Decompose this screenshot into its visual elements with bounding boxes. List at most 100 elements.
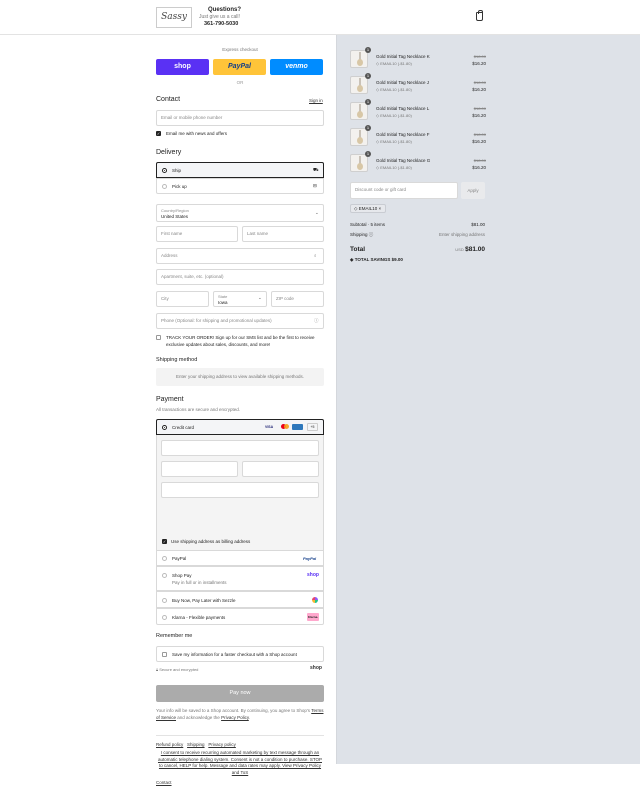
shop-pay-button[interactable]: shop bbox=[156, 59, 209, 75]
country-value: United States bbox=[161, 214, 189, 219]
legal-period: . bbox=[248, 715, 251, 720]
sezzle-label: Buy Now, Pay Later with Sezzle bbox=[172, 598, 236, 603]
footer-links: Refund policy Shipping Privacy policy bbox=[156, 742, 236, 747]
help-circle-icon[interactable]: ⓘ bbox=[314, 314, 319, 328]
city-field[interactable]: City bbox=[156, 291, 209, 307]
sezzle-icon bbox=[312, 597, 318, 603]
more-cards-badge: +5 bbox=[307, 423, 318, 431]
venmo-button[interactable]: venmo bbox=[270, 59, 323, 75]
apartment-placeholder: Apartment, suite, etc. (optional) bbox=[161, 274, 224, 279]
pickup-option[interactable]: Pick up ⊟ bbox=[156, 178, 324, 194]
paypal-option[interactable]: PayPal PayPal bbox=[156, 550, 324, 566]
country-select[interactable]: Country/Region United States ⌄ bbox=[156, 204, 324, 222]
savings-text: TOTAL SAVINGS $9.00 bbox=[354, 257, 403, 262]
total-value: $81.00 bbox=[465, 246, 485, 253]
store-logo[interactable]: Sassy bbox=[156, 7, 192, 28]
privacy-link[interactable]: Privacy Policy bbox=[221, 715, 249, 720]
search-icon: ⌕ bbox=[314, 253, 317, 258]
summary-item: 1 Gold Initial Tag Necklace L ◇ EMAIL10 … bbox=[350, 99, 486, 122]
subtotal-label: Subtotal · 5 items bbox=[350, 222, 386, 227]
sms-consent-text[interactable]: I consent to receive recurring automated… bbox=[156, 750, 324, 776]
sezzle-option[interactable]: Buy Now, Pay Later with Sezzle bbox=[156, 591, 324, 608]
tag-icon: ◇ bbox=[376, 165, 380, 170]
contact-link[interactable]: Contact bbox=[156, 780, 172, 785]
sezzle-radio[interactable] bbox=[162, 598, 167, 603]
product-name: Gold Initial Tag Necklace J bbox=[376, 80, 429, 85]
shop-pay-option[interactable]: Shop Pay Pay in full or in installments … bbox=[156, 566, 324, 591]
shipping-method-heading: Shipping method bbox=[156, 357, 198, 363]
remove-tag-icon[interactable]: × bbox=[379, 206, 382, 211]
discount-text: EMAIL10 (-$1.80) bbox=[380, 139, 412, 144]
sms-checkbox[interactable] bbox=[156, 335, 161, 340]
or-divider: OR bbox=[236, 80, 244, 85]
klarna-radio[interactable] bbox=[162, 615, 167, 620]
privacy-policy-link[interactable]: Privacy policy bbox=[208, 742, 236, 747]
credit-card-radio[interactable] bbox=[162, 425, 167, 430]
original-price: $18.00 bbox=[473, 106, 486, 111]
security-code-field[interactable] bbox=[242, 461, 319, 477]
email-placeholder: Email or mobile phone number bbox=[161, 115, 223, 120]
klarna-option[interactable]: Klarna - Flexible payments Klarna. bbox=[156, 608, 324, 625]
phone-field[interactable]: Phone (Optional: for shipping and promot… bbox=[156, 313, 324, 329]
product-image bbox=[350, 102, 368, 120]
quantity-badge: 1 bbox=[365, 99, 371, 105]
pickup-radio[interactable] bbox=[162, 184, 167, 189]
sms-label: TRACK YOUR ORDER! Sign up for our SMS li… bbox=[166, 335, 315, 347]
ship-option[interactable]: Ship ⛟ bbox=[156, 162, 324, 178]
amex-icon bbox=[292, 424, 303, 430]
contact-heading: Contact bbox=[156, 96, 181, 103]
expiry-field[interactable] bbox=[161, 461, 238, 477]
paypal-button[interactable]: PayPal bbox=[213, 59, 266, 75]
questions-heading: Questions? bbox=[208, 7, 242, 13]
order-summary: 1 Gold Initial Tag Necklace K ◇ EMAIL10 … bbox=[336, 35, 640, 764]
apply-button[interactable]: Apply bbox=[461, 182, 485, 199]
address-field[interactable]: Address ⌕ bbox=[156, 248, 324, 264]
shop-logo: shop bbox=[310, 665, 322, 671]
remember-option[interactable]: Save my information for a faster checkou… bbox=[156, 646, 324, 662]
delivery-heading: Delivery bbox=[156, 149, 182, 156]
shop-pay-radio[interactable] bbox=[162, 573, 167, 578]
product-name: Gold Initial Tag Necklace K bbox=[376, 54, 430, 59]
original-price: $18.00 bbox=[473, 54, 486, 59]
info-icon[interactable]: ⓘ bbox=[369, 232, 374, 237]
billing-checkbox[interactable]: ✓ bbox=[162, 539, 167, 544]
address-placeholder: Address bbox=[161, 253, 178, 258]
shipping-policy-link[interactable]: Shipping bbox=[187, 742, 205, 747]
sign-in-link[interactable]: Sign in bbox=[309, 98, 323, 103]
news-checkbox[interactable]: ✓ bbox=[156, 131, 161, 136]
paypal-radio[interactable] bbox=[162, 556, 167, 561]
name-on-card-field[interactable] bbox=[161, 482, 319, 498]
visa-icon: VISA bbox=[265, 425, 274, 429]
ship-radio[interactable] bbox=[162, 168, 167, 173]
first-name-field[interactable]: First name bbox=[156, 226, 238, 242]
sale-price: $16.20 bbox=[472, 139, 486, 144]
discount-input[interactable]: Discount code or gift card bbox=[350, 182, 458, 199]
credit-card-option[interactable]: Credit card VISA +5 bbox=[156, 419, 324, 435]
state-select[interactable]: State Iowa ⌄ bbox=[213, 291, 267, 307]
shipping-label: Shipping bbox=[350, 232, 368, 237]
news-label: Email me with news and offers bbox=[166, 131, 227, 136]
remember-checkbox[interactable] bbox=[162, 652, 167, 657]
tag-icon: ◇ bbox=[376, 113, 380, 118]
product-name: Gold Initial Tag Necklace F bbox=[376, 132, 430, 137]
zip-field[interactable]: ZIP code bbox=[271, 291, 324, 307]
original-price: $18.00 bbox=[473, 80, 486, 85]
pay-now-button[interactable]: Pay now bbox=[156, 685, 324, 702]
discount-text: EMAIL10 (-$1.80) bbox=[380, 87, 412, 92]
quantity-badge: 1 bbox=[365, 151, 371, 157]
last-name-field[interactable]: Last name bbox=[242, 226, 324, 242]
product-image bbox=[350, 154, 368, 172]
refund-policy-link[interactable]: Refund policy bbox=[156, 742, 183, 747]
savings-tag-icon: ◈ bbox=[350, 257, 354, 262]
apartment-field[interactable]: Apartment, suite, etc. (optional) bbox=[156, 269, 324, 285]
shop-logo: shop bbox=[307, 572, 319, 578]
email-field[interactable]: Email or mobile phone number bbox=[156, 110, 324, 126]
payment-subtitle: All transactions are secure and encrypte… bbox=[156, 407, 241, 412]
savings-row: ◈ TOTAL SAVINGS $9.00 bbox=[350, 257, 403, 263]
shopping-bag-icon[interactable] bbox=[476, 10, 483, 21]
shipping-value: Enter shipping address bbox=[438, 232, 485, 237]
currency: USD bbox=[455, 247, 464, 252]
product-discount: ◇ EMAIL10 (-$1.80) bbox=[376, 165, 412, 170]
logo-text: Sassy bbox=[161, 12, 187, 22]
card-number-field[interactable] bbox=[161, 440, 319, 456]
